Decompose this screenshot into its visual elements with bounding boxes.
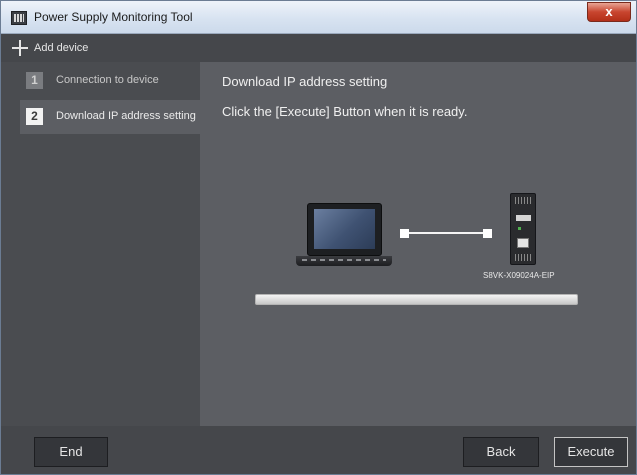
connection-line: [406, 232, 488, 234]
add-device-label: Add device: [34, 42, 89, 54]
laptop-icon: [296, 203, 392, 269]
step-download-ip-address-setting[interactable]: 2 Download IP address setting: [20, 100, 200, 134]
app-icon: [11, 11, 27, 25]
connection-endpoint-device: [483, 229, 492, 238]
end-button[interactable]: End: [34, 437, 108, 467]
step-number: 1: [26, 72, 43, 89]
step-label: Download IP address setting: [56, 110, 196, 122]
close-button[interactable]: x: [587, 2, 631, 22]
title-bar[interactable]: Power Supply Monitoring Tool x: [1, 1, 636, 34]
execute-button[interactable]: Execute: [554, 437, 628, 467]
step-connection-to-device[interactable]: 1 Connection to device: [20, 64, 200, 98]
steps-sidebar: 1 Connection to device 2 Download IP add…: [1, 62, 200, 426]
device-model-label: S8VK-X09024A-EIP: [483, 271, 555, 280]
main-panel: Download IP address setting Click the [E…: [200, 62, 636, 426]
step-label: Connection to device: [56, 74, 159, 86]
step-number: 2: [26, 108, 43, 125]
plus-icon: [12, 40, 28, 56]
page-title: Download IP address setting: [222, 74, 388, 89]
back-button[interactable]: Back: [463, 437, 539, 467]
add-device-button[interactable]: Add device: [1, 34, 636, 62]
footer-bar: End Back Execute: [1, 426, 636, 474]
connection-endpoint-pc: [400, 229, 409, 238]
app-window: Power Supply Monitoring Tool x Add devic…: [0, 0, 637, 475]
window-title: Power Supply Monitoring Tool: [34, 10, 193, 24]
instruction-text: Click the [Execute] Button when it is re…: [222, 104, 468, 119]
power-supply-device-icon: [510, 193, 536, 265]
progress-bar: [255, 294, 578, 305]
